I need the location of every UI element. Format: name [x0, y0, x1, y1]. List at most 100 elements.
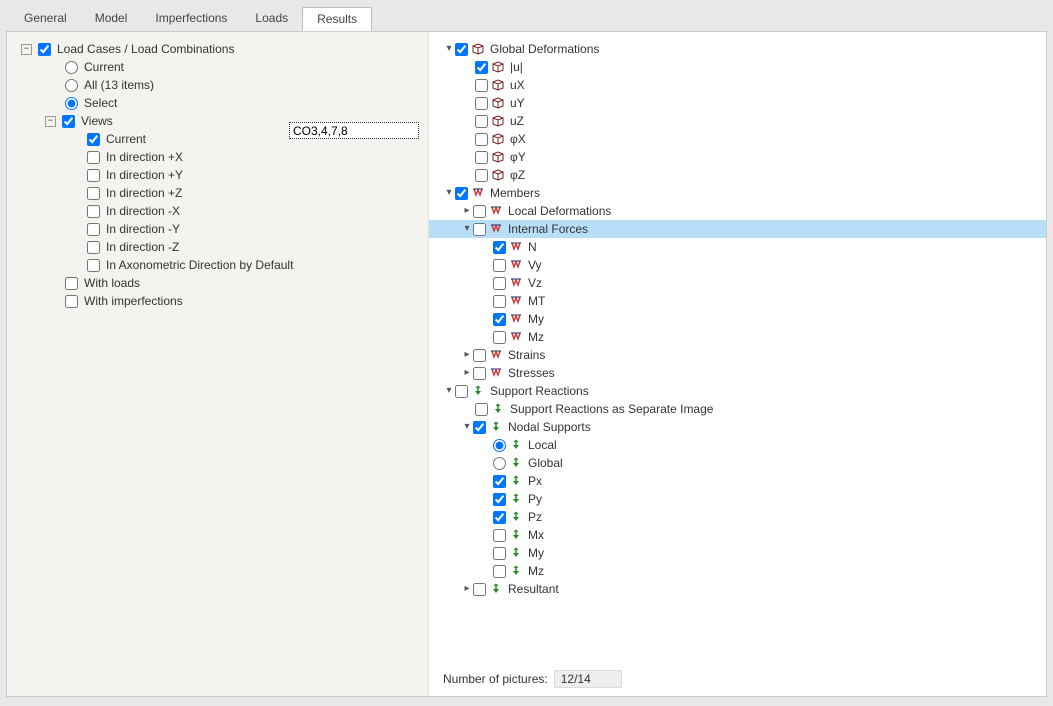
- item-phx[interactable]: φX: [429, 130, 1046, 148]
- tab-model[interactable]: Model: [81, 7, 142, 31]
- radio-global[interactable]: [493, 457, 506, 470]
- check-view-current[interactable]: [87, 133, 100, 146]
- check-phy[interactable]: [475, 151, 488, 164]
- item-vz[interactable]: Vz: [429, 274, 1046, 292]
- check-dir-mx[interactable]: [87, 205, 100, 218]
- check-support-reactions[interactable]: [455, 385, 468, 398]
- check-views[interactable]: [62, 115, 75, 128]
- check-stresses[interactable]: [473, 367, 486, 380]
- select-co-input[interactable]: [289, 122, 419, 139]
- chevron-down-icon[interactable]: ▾: [461, 418, 473, 436]
- item-dir-my[interactable]: In direction -Y: [7, 220, 428, 238]
- opt-all[interactable]: All (13 items): [7, 76, 428, 94]
- item-my[interactable]: My: [429, 310, 1046, 328]
- check-members[interactable]: [455, 187, 468, 200]
- item-ux[interactable]: uX: [429, 76, 1046, 94]
- item-r-mz[interactable]: Mz: [429, 562, 1046, 580]
- radio-select[interactable]: [65, 97, 78, 110]
- check-uy[interactable]: [475, 97, 488, 110]
- opt-select[interactable]: Select: [7, 94, 428, 112]
- chevron-right-icon[interactable]: ▸: [461, 202, 473, 220]
- item-mz[interactable]: Mz: [429, 328, 1046, 346]
- check-ux[interactable]: [475, 79, 488, 92]
- check-vy[interactable]: [493, 259, 506, 272]
- item-phz[interactable]: φZ: [429, 166, 1046, 184]
- check-my[interactable]: [493, 313, 506, 326]
- collapse-icon[interactable]: −: [45, 116, 56, 127]
- check-px[interactable]: [493, 475, 506, 488]
- check-local-def[interactable]: [473, 205, 486, 218]
- check-phx[interactable]: [475, 133, 488, 146]
- tab-results[interactable]: Results: [302, 7, 372, 31]
- item-r-my[interactable]: My: [429, 544, 1046, 562]
- check-with-imps[interactable]: [65, 295, 78, 308]
- tab-loads[interactable]: Loads: [241, 7, 302, 31]
- node-internal-forces[interactable]: ▾Internal Forces: [429, 220, 1046, 238]
- item-vy[interactable]: Vy: [429, 256, 1046, 274]
- item-with-loads[interactable]: With loads: [7, 274, 428, 292]
- node-support-reactions[interactable]: ▾ Support Reactions: [429, 382, 1046, 400]
- item-dir-px[interactable]: In direction +X: [7, 148, 428, 166]
- chevron-down-icon[interactable]: ▾: [443, 382, 455, 400]
- check-mz[interactable]: [493, 331, 506, 344]
- check-strains[interactable]: [473, 349, 486, 362]
- check-mt[interactable]: [493, 295, 506, 308]
- node-stresses[interactable]: ▸Stresses: [429, 364, 1046, 382]
- item-dir-pz[interactable]: In direction +Z: [7, 184, 428, 202]
- check-dir-py[interactable]: [87, 169, 100, 182]
- chevron-down-icon[interactable]: ▾: [443, 40, 455, 58]
- opt-global[interactable]: Global: [429, 454, 1046, 472]
- chevron-down-icon[interactable]: ▾: [461, 220, 473, 238]
- item-px[interactable]: Px: [429, 472, 1046, 490]
- node-strains[interactable]: ▸Strains: [429, 346, 1046, 364]
- item-u[interactable]: |u|: [429, 58, 1046, 76]
- item-n[interactable]: N: [429, 238, 1046, 256]
- item-phy[interactable]: φY: [429, 148, 1046, 166]
- check-phz[interactable]: [475, 169, 488, 182]
- item-dir-mz[interactable]: In direction -Z: [7, 238, 428, 256]
- check-pz[interactable]: [493, 511, 506, 524]
- item-py[interactable]: Py: [429, 490, 1046, 508]
- check-mx[interactable]: [493, 529, 506, 542]
- check-n[interactable]: [493, 241, 506, 254]
- check-dir-mz[interactable]: [87, 241, 100, 254]
- opt-local[interactable]: Local: [429, 436, 1046, 454]
- item-axo[interactable]: In Axonometric Direction by Default: [7, 256, 428, 274]
- item-with-imps[interactable]: With imperfections: [7, 292, 428, 310]
- check-axo[interactable]: [87, 259, 100, 272]
- radio-local[interactable]: [493, 439, 506, 452]
- node-members[interactable]: ▾ Members: [429, 184, 1046, 202]
- item-mt[interactable]: MT: [429, 292, 1046, 310]
- check-dir-px[interactable]: [87, 151, 100, 164]
- check-r-mz[interactable]: [493, 565, 506, 578]
- item-dir-py[interactable]: In direction +Y: [7, 166, 428, 184]
- chevron-right-icon[interactable]: ▸: [461, 580, 473, 598]
- check-internal-forces[interactable]: [473, 223, 486, 236]
- chevron-right-icon[interactable]: ▸: [461, 346, 473, 364]
- check-global-def[interactable]: [455, 43, 468, 56]
- item-mx[interactable]: Mx: [429, 526, 1046, 544]
- check-sr-sep[interactable]: [475, 403, 488, 416]
- node-load-cases[interactable]: − Load Cases / Load Combinations: [7, 40, 428, 58]
- item-pz[interactable]: Pz: [429, 508, 1046, 526]
- node-global-def[interactable]: ▾ Global Deformations: [429, 40, 1046, 58]
- node-nodal-supports[interactable]: ▾Nodal Supports: [429, 418, 1046, 436]
- item-dir-mx[interactable]: In direction -X: [7, 202, 428, 220]
- check-uz[interactable]: [475, 115, 488, 128]
- check-dir-my[interactable]: [87, 223, 100, 236]
- check-r-my[interactable]: [493, 547, 506, 560]
- check-resultant[interactable]: [473, 583, 486, 596]
- check-u[interactable]: [475, 61, 488, 74]
- tab-imperfections[interactable]: Imperfections: [141, 7, 241, 31]
- check-load-cases[interactable]: [38, 43, 51, 56]
- item-uy[interactable]: uY: [429, 94, 1046, 112]
- radio-all[interactable]: [65, 79, 78, 92]
- node-local-def[interactable]: ▸Local Deformations: [429, 202, 1046, 220]
- opt-current[interactable]: Current: [7, 58, 428, 76]
- check-py[interactable]: [493, 493, 506, 506]
- check-with-loads[interactable]: [65, 277, 78, 290]
- item-uz[interactable]: uZ: [429, 112, 1046, 130]
- radio-current[interactable]: [65, 61, 78, 74]
- check-nodal-supports[interactable]: [473, 421, 486, 434]
- item-sr-sep[interactable]: Support Reactions as Separate Image: [429, 400, 1046, 418]
